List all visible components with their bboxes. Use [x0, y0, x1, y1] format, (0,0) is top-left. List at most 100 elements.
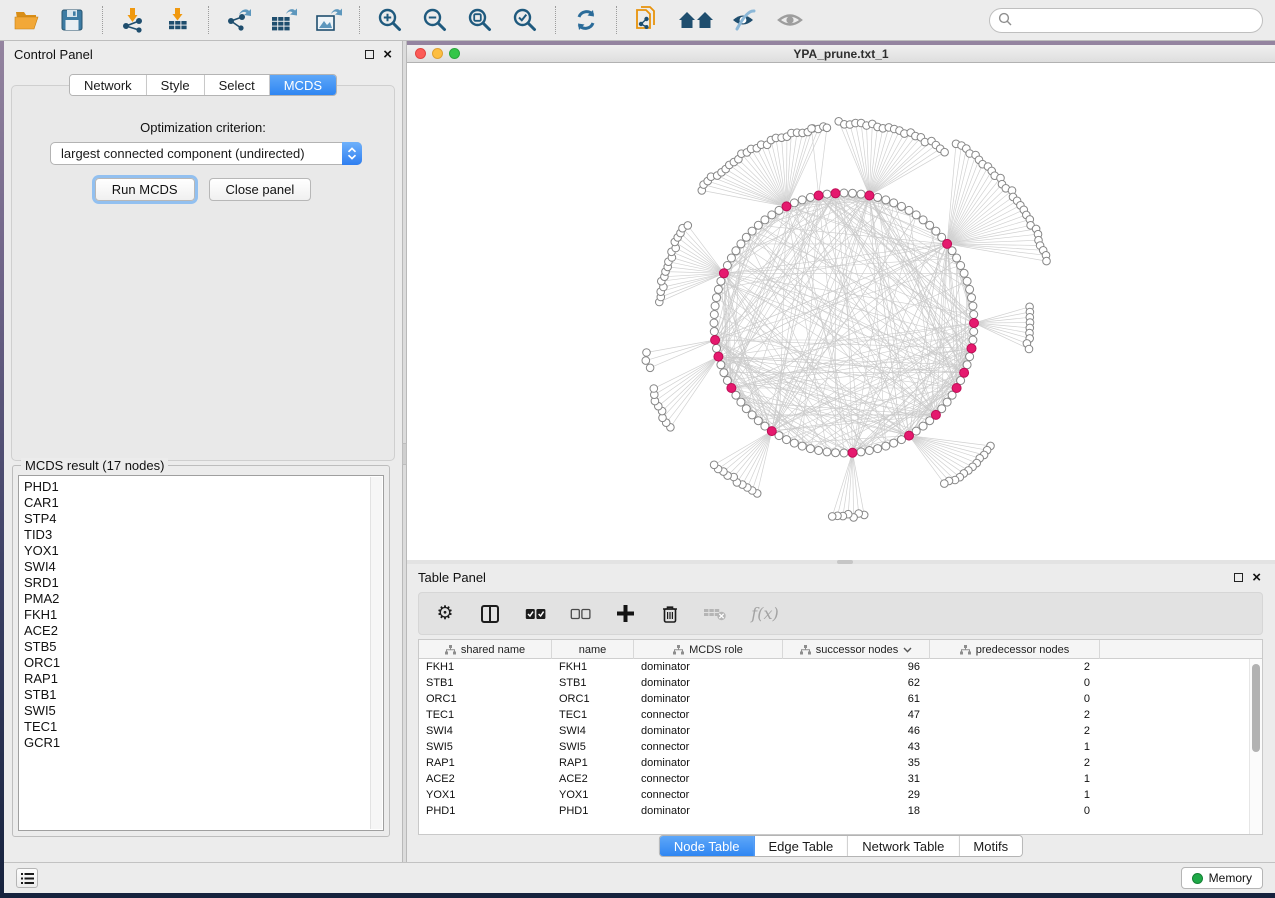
- delete-column-icon[interactable]: [658, 602, 682, 626]
- table-cell[interactable]: connector: [634, 707, 783, 723]
- table-cell[interactable]: connector: [634, 771, 783, 787]
- zoom-fit-icon[interactable]: [465, 5, 495, 35]
- tab-select[interactable]: Select: [205, 75, 270, 95]
- column-header-shared-name[interactable]: shared name: [419, 640, 552, 659]
- table-cell[interactable]: 0: [930, 803, 1100, 819]
- column-visibility-icon[interactable]: [478, 602, 502, 626]
- mcds-result-item[interactable]: STB1: [24, 687, 383, 703]
- table-cell[interactable]: 2: [930, 723, 1100, 739]
- table-cell[interactable]: PHD1: [419, 803, 552, 819]
- table-cell[interactable]: RAP1: [419, 755, 552, 771]
- tab-network[interactable]: Network: [70, 75, 147, 95]
- close-panel-button[interactable]: Close panel: [209, 178, 312, 201]
- table-cell[interactable]: ACE2: [552, 771, 634, 787]
- table-row[interactable]: SWI4SWI4dominator462: [419, 723, 1262, 739]
- tab-motifs[interactable]: Motifs: [959, 836, 1022, 856]
- function-builder-icon[interactable]: f(x): [748, 602, 782, 626]
- table-cell[interactable]: TEC1: [419, 707, 552, 723]
- table-row[interactable]: ACE2ACE2connector311: [419, 771, 1262, 787]
- mcds-result-item[interactable]: SRD1: [24, 575, 383, 591]
- mcds-result-item[interactable]: FKH1: [24, 607, 383, 623]
- table-cell[interactable]: 61: [783, 691, 930, 707]
- table-cell[interactable]: 0: [930, 675, 1100, 691]
- table-cell[interactable]: 1: [930, 771, 1100, 787]
- table-cell[interactable]: SWI4: [419, 723, 552, 739]
- table-cell[interactable]: 31: [783, 771, 930, 787]
- table-cell[interactable]: ACE2: [419, 771, 552, 787]
- open-session-icon[interactable]: [12, 5, 42, 35]
- table-row[interactable]: TEC1TEC1connector472: [419, 707, 1262, 723]
- mcds-result-item[interactable]: GCR1: [24, 735, 383, 751]
- task-history-button[interactable]: [16, 868, 38, 888]
- settings-gear-icon[interactable]: ⚙: [433, 602, 457, 626]
- table-cell[interactable]: 62: [783, 675, 930, 691]
- table-cell[interactable]: TEC1: [552, 707, 634, 723]
- select-all-icon[interactable]: [523, 602, 547, 626]
- tab-style[interactable]: Style: [147, 75, 205, 95]
- run-mcds-button[interactable]: Run MCDS: [95, 178, 195, 201]
- table-cell[interactable]: PHD1: [552, 803, 634, 819]
- table-cell[interactable]: connector: [634, 787, 783, 803]
- mcds-result-item[interactable]: STP4: [24, 511, 383, 527]
- network-canvas[interactable]: [407, 63, 1275, 560]
- float-panel-icon[interactable]: [365, 50, 374, 59]
- search-input[interactable]: [1018, 13, 1254, 27]
- table-cell[interactable]: YOX1: [552, 787, 634, 803]
- mcds-result-item[interactable]: SWI4: [24, 559, 383, 575]
- table-cell[interactable]: 2: [930, 659, 1100, 675]
- table-cell[interactable]: RAP1: [552, 755, 634, 771]
- table-row[interactable]: PHD1PHD1dominator180: [419, 803, 1262, 819]
- table-cell[interactable]: 29: [783, 787, 930, 803]
- mcds-result-item[interactable]: CAR1: [24, 495, 383, 511]
- column-header-MCDS-role[interactable]: MCDS role: [634, 640, 783, 659]
- table-row[interactable]: STB1STB1dominator620: [419, 675, 1262, 691]
- mcds-result-item[interactable]: ACE2: [24, 623, 383, 639]
- table-cell[interactable]: ORC1: [552, 691, 634, 707]
- show-all-icon[interactable]: [775, 5, 805, 35]
- network-window-titlebar[interactable]: YPA_prune.txt_1: [407, 45, 1275, 63]
- table-cell[interactable]: dominator: [634, 691, 783, 707]
- mcds-list-scrollbar[interactable]: [370, 477, 382, 829]
- table-scrollbar[interactable]: [1249, 659, 1262, 834]
- mcds-result-item[interactable]: TEC1: [24, 719, 383, 735]
- table-cell[interactable]: 46: [783, 723, 930, 739]
- table-cell[interactable]: SWI4: [552, 723, 634, 739]
- table-row[interactable]: YOX1YOX1connector291: [419, 787, 1262, 803]
- memory-button[interactable]: Memory: [1181, 867, 1263, 889]
- export-table-icon[interactable]: [269, 5, 299, 35]
- table-cell[interactable]: STB1: [552, 675, 634, 691]
- zoom-selected-icon[interactable]: [510, 5, 540, 35]
- delete-table-icon[interactable]: [703, 602, 727, 626]
- deselect-all-icon[interactable]: [568, 602, 592, 626]
- column-header-predecessor-nodes[interactable]: predecessor nodes: [930, 640, 1100, 659]
- table-cell[interactable]: dominator: [634, 803, 783, 819]
- table-cell[interactable]: SWI5: [419, 739, 552, 755]
- first-neighbors-icon[interactable]: [677, 5, 715, 35]
- table-cell[interactable]: FKH1: [552, 659, 634, 675]
- mcds-result-item[interactable]: PHD1: [24, 479, 383, 495]
- add-column-icon[interactable]: [613, 602, 637, 626]
- mcds-result-item[interactable]: YOX1: [24, 543, 383, 559]
- column-header-name[interactable]: name: [552, 640, 634, 659]
- export-image-icon[interactable]: [314, 5, 344, 35]
- optimization-criterion-select[interactable]: largest connected component (undirected): [50, 142, 362, 165]
- table-row[interactable]: SWI5SWI5connector431: [419, 739, 1262, 755]
- zoom-in-icon[interactable]: [375, 5, 405, 35]
- table-cell[interactable]: 2: [930, 755, 1100, 771]
- zoom-out-icon[interactable]: [420, 5, 450, 35]
- table-cell[interactable]: 1: [930, 787, 1100, 803]
- mcds-result-item[interactable]: TID3: [24, 527, 383, 543]
- table-cell[interactable]: 47: [783, 707, 930, 723]
- import-network-icon[interactable]: [118, 5, 148, 35]
- table-cell[interactable]: dominator: [634, 723, 783, 739]
- table-cell[interactable]: dominator: [634, 755, 783, 771]
- hide-selected-icon[interactable]: [730, 5, 760, 35]
- table-cell[interactable]: YOX1: [419, 787, 552, 803]
- table-cell[interactable]: 43: [783, 739, 930, 755]
- tab-mcds[interactable]: MCDS: [270, 75, 336, 95]
- mcds-result-item[interactable]: ORC1: [24, 655, 383, 671]
- table-row[interactable]: FKH1FKH1dominator962: [419, 659, 1262, 675]
- table-cell[interactable]: connector: [634, 739, 783, 755]
- table-cell[interactable]: ORC1: [419, 691, 552, 707]
- scrollbar-thumb[interactable]: [1252, 664, 1260, 752]
